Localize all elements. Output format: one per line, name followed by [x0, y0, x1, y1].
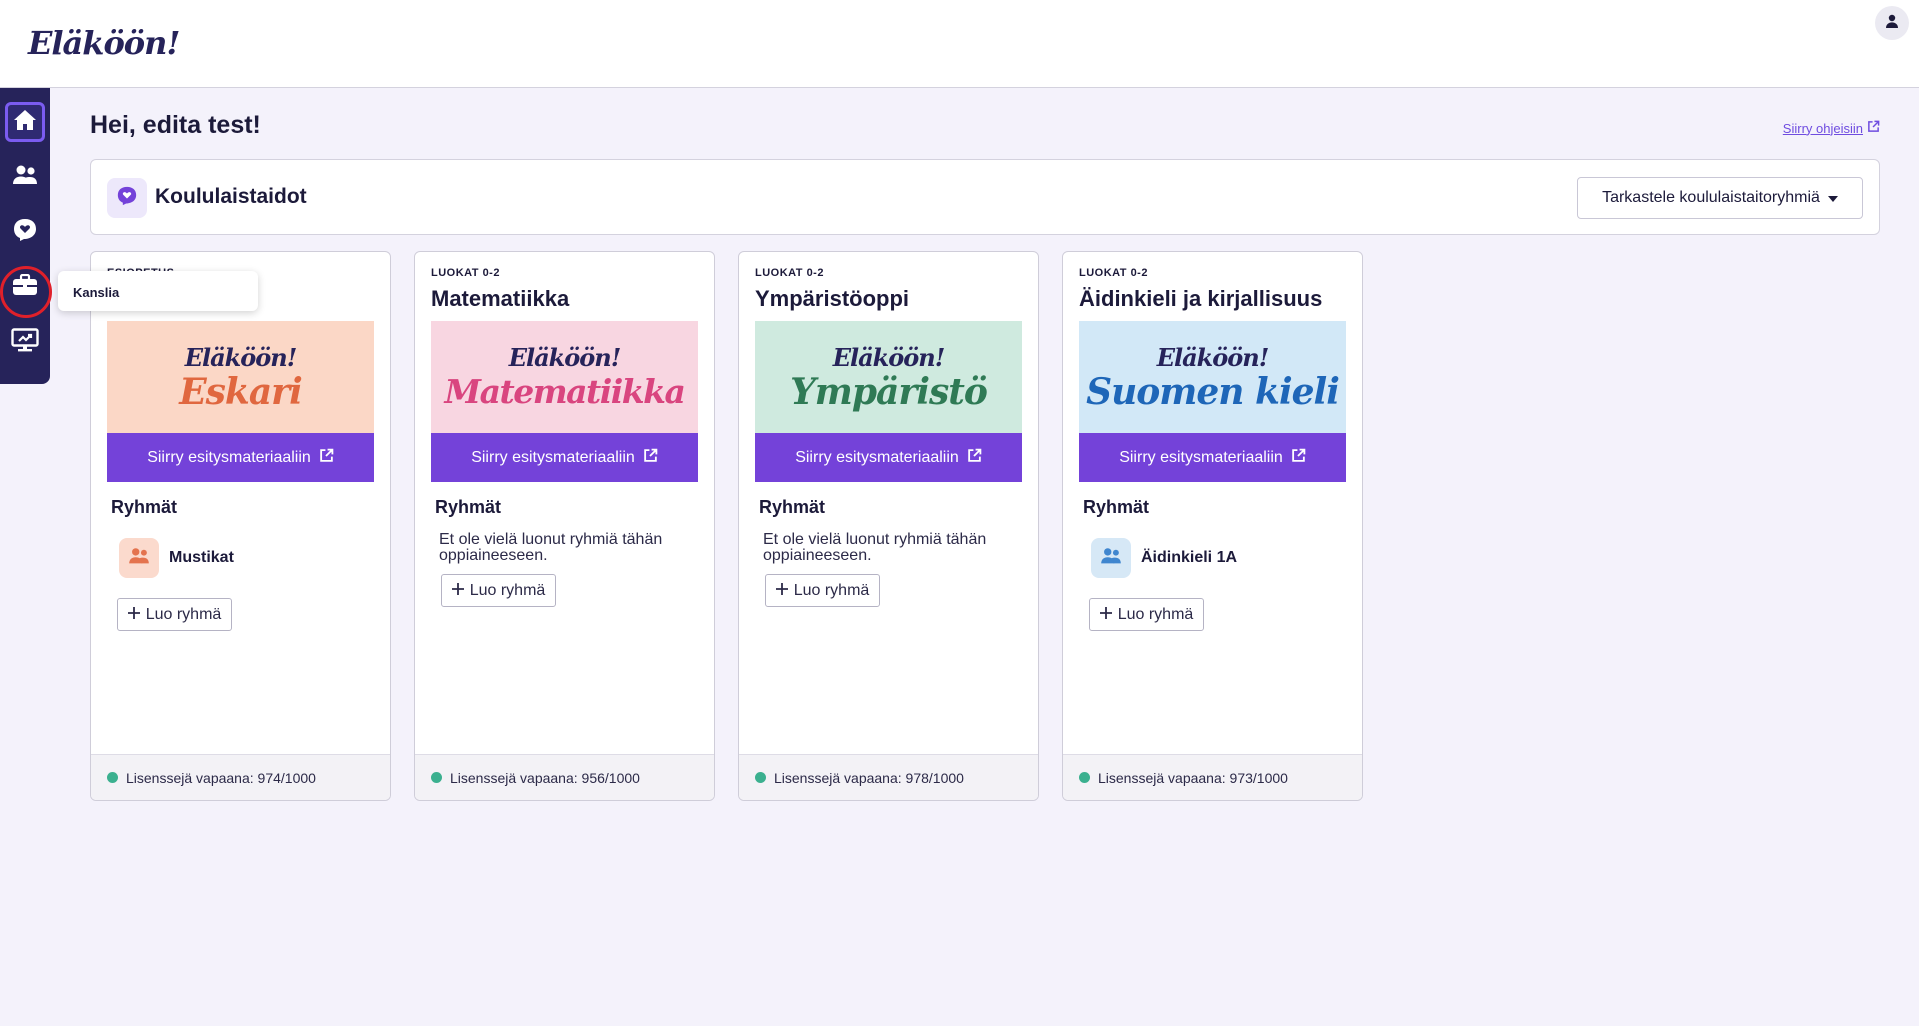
sidebar-item-office[interactable] — [5, 267, 45, 307]
banner-subject: Ympäristö — [790, 371, 988, 413]
group-item[interactable]: Äidinkieli 1A — [1091, 538, 1237, 578]
status-dot — [107, 772, 118, 783]
create-group-label: Luo ryhmä — [145, 605, 222, 623]
license-footer: Lisenssejä vapaana: 973/1000 — [1063, 754, 1362, 800]
subject-card: LUOKAT 0-2 Ympäristöoppi Eläköön! Ympäri… — [738, 251, 1039, 801]
user-icon — [1884, 13, 1900, 34]
plus-icon — [127, 606, 140, 624]
card-title: Matematiikka — [431, 286, 570, 311]
license-footer: Lisenssejä vapaana: 978/1000 — [739, 754, 1038, 800]
help-link-label[interactable]: Siirry ohjeisiin — [1783, 121, 1863, 136]
open-presentation-button[interactable]: Siirry esitysmateriaaliin — [755, 433, 1022, 482]
license-footer: Lisenssejä vapaana: 974/1000 — [91, 754, 390, 800]
empty-groups-text: Et ole vielä luonut ryhmiä tähän oppiain… — [763, 531, 987, 564]
plus-icon — [1099, 606, 1112, 624]
open-presentation-label: Siirry esitysmateriaaliin — [147, 448, 311, 466]
banner-brand: Eläköön! — [184, 343, 298, 372]
users-icon — [127, 547, 151, 570]
users-icon — [1099, 547, 1123, 570]
group-name[interactable]: Äidinkieli 1A — [1141, 549, 1237, 567]
banner-brand: Eläköön! — [508, 343, 622, 372]
create-group-button[interactable]: Luo ryhmä — [1089, 598, 1204, 631]
banner-subject: Suomen kieli — [1086, 371, 1340, 413]
subject-banner: Eläköön! Matematiikka — [431, 321, 698, 433]
external-link-icon — [1291, 448, 1306, 468]
heart-badge-icon — [12, 218, 38, 247]
status-dot — [1079, 772, 1090, 783]
status-dot — [755, 772, 766, 783]
create-group-button[interactable]: Luo ryhmä — [765, 574, 880, 607]
app-logo[interactable]: Eläköön! — [28, 24, 180, 62]
empty-groups-text: Et ole vielä luonut ryhmiä tähän oppiain… — [439, 531, 663, 564]
external-link-icon — [643, 448, 658, 468]
create-group-label: Luo ryhmä — [793, 581, 870, 599]
open-presentation-label: Siirry esitysmateriaaliin — [1119, 448, 1283, 466]
users-icon — [11, 164, 39, 191]
sidebar-item-presentation[interactable] — [5, 322, 45, 362]
skills-panel: Koululaistaidot Tarkastele koululaistait… — [90, 159, 1880, 235]
create-group-button[interactable]: Luo ryhmä — [441, 574, 556, 607]
groups-heading: Ryhmät — [111, 497, 178, 517]
create-group-label: Luo ryhmä — [1117, 605, 1194, 623]
card-title: Äidinkieli ja kirjallisuus — [1079, 286, 1323, 311]
sidebar-item-home[interactable] — [5, 102, 45, 142]
groups-heading: Ryhmät — [1083, 497, 1150, 517]
banner-subject: Eskari — [179, 371, 303, 413]
top-bar: Eläköön! — [0, 0, 1919, 88]
card-title: Ympäristöoppi — [755, 286, 910, 311]
license-status: Lisenssejä vapaana: 956/1000 — [450, 769, 640, 786]
screen-icon — [11, 327, 39, 357]
heart-badge-icon — [116, 186, 138, 211]
briefcase-icon — [12, 273, 38, 301]
subject-card: ESIOPETUS Eläköön! Eskari Siirry esitysm… — [90, 251, 391, 801]
open-presentation-button[interactable]: Siirry esitysmateriaaliin — [1079, 433, 1346, 482]
groups-heading: Ryhmät — [759, 497, 826, 517]
panel-title: Koululaistaidot — [155, 185, 307, 208]
view-skill-groups-dropdown[interactable]: Tarkastele koululaistaitoryhmiä — [1577, 177, 1863, 219]
group-item[interactable]: Mustikat — [119, 538, 234, 578]
help-link[interactable]: Siirry ohjeisiin — [1783, 120, 1880, 136]
subject-card: LUOKAT 0-2 Matematiikka Eläköön! Matemat… — [414, 251, 715, 801]
open-presentation-label: Siirry esitysmateriaaliin — [795, 448, 959, 466]
sidebar-tooltip: Kanslia — [58, 271, 258, 311]
subject-banner: Eläköön! Ympäristö — [755, 321, 1022, 433]
subject-banner: Eläköön! Suomen kieli — [1079, 321, 1346, 433]
skills-panel-icon-box — [107, 178, 147, 218]
create-group-label: Luo ryhmä — [469, 581, 546, 599]
banner-subject: Matematiikka — [444, 372, 686, 411]
license-status: Lisenssejä vapaana: 978/1000 — [774, 769, 964, 786]
create-group-button[interactable]: Luo ryhmä — [117, 598, 232, 631]
banner-brand: Eläköön! — [1156, 343, 1270, 372]
license-status: Lisenssejä vapaana: 973/1000 — [1098, 769, 1288, 786]
card-eyebrow: LUOKAT 0-2 — [1079, 267, 1148, 279]
subject-card: LUOKAT 0-2 Äidinkieli ja kirjallisuus El… — [1062, 251, 1363, 801]
banner-brand: Eläköön! — [832, 343, 946, 372]
status-dot — [431, 772, 442, 783]
sidebar-nav — [0, 88, 50, 384]
page-title: Hei, edita test! — [90, 111, 261, 139]
group-avatar — [119, 538, 159, 578]
open-presentation-button[interactable]: Siirry esitysmateriaaliin — [431, 433, 698, 482]
group-name[interactable]: Mustikat — [169, 549, 234, 567]
open-presentation-button[interactable]: Siirry esitysmateriaaliin — [107, 433, 374, 482]
open-presentation-label: Siirry esitysmateriaaliin — [471, 448, 635, 466]
external-link-icon — [1867, 120, 1880, 136]
group-avatar — [1091, 538, 1131, 578]
user-menu-button[interactable] — [1875, 6, 1909, 40]
subject-banner: Eläköön! Eskari — [107, 321, 374, 433]
external-link-icon — [967, 448, 982, 468]
card-eyebrow: LUOKAT 0-2 — [431, 267, 500, 279]
license-footer: Lisenssejä vapaana: 956/1000 — [415, 754, 714, 800]
sidebar-item-skills[interactable] — [5, 212, 45, 252]
plus-icon — [775, 582, 788, 600]
home-icon — [13, 109, 37, 136]
card-eyebrow: LUOKAT 0-2 — [755, 267, 824, 279]
caret-down-icon — [1827, 189, 1838, 207]
groups-heading: Ryhmät — [435, 497, 502, 517]
plus-icon — [451, 582, 464, 600]
license-status: Lisenssejä vapaana: 974/1000 — [126, 769, 316, 786]
dropdown-label: Tarkastele koululaistaitoryhmiä — [1602, 189, 1820, 206]
sidebar-item-groups[interactable] — [5, 157, 45, 197]
external-link-icon — [319, 448, 334, 468]
